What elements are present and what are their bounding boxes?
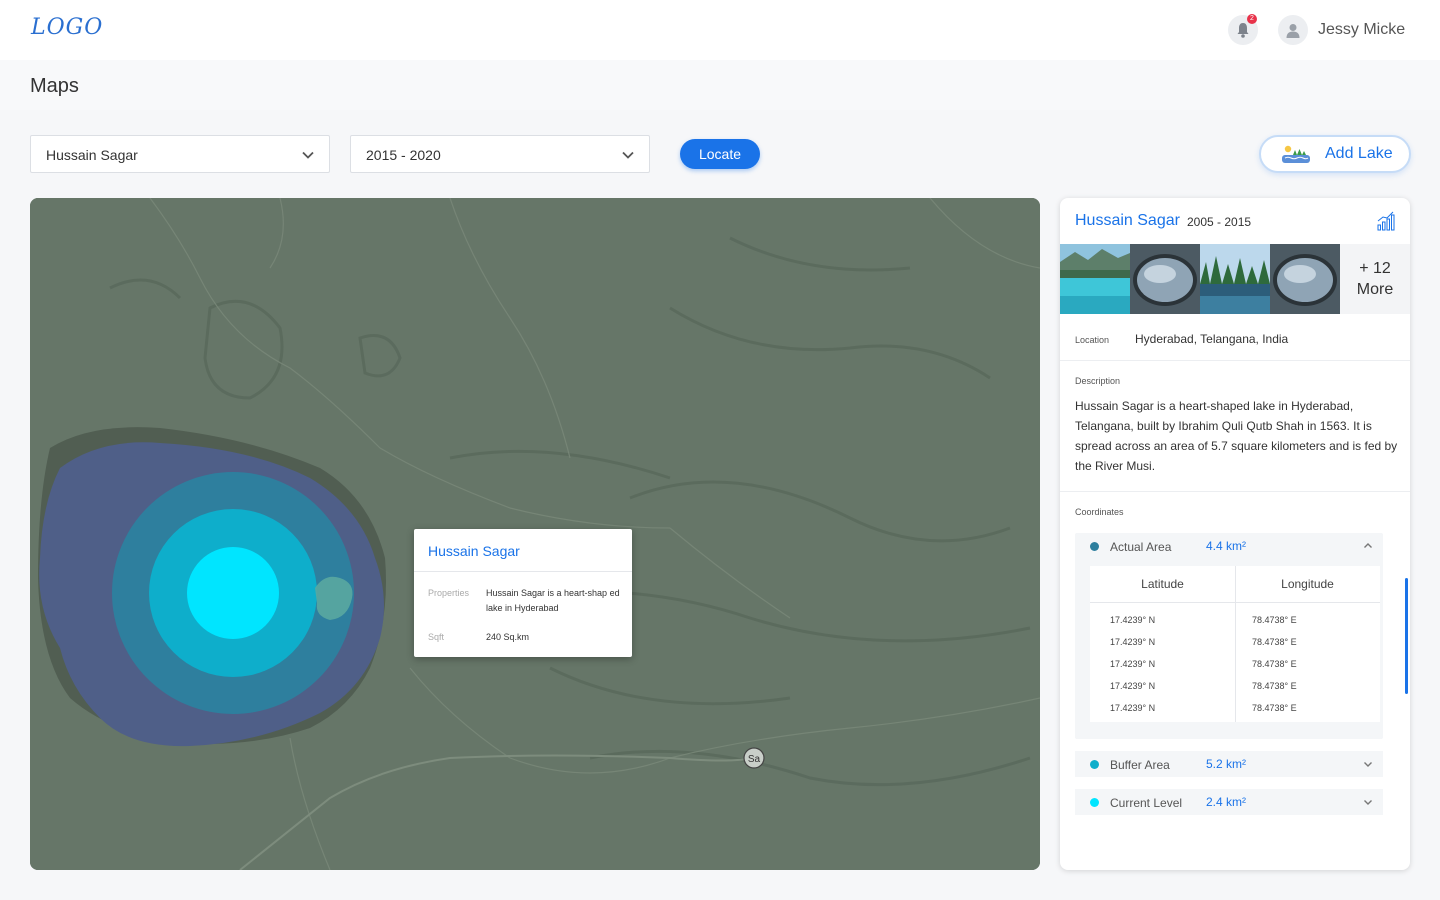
location-value: Hyderabad, Telangana, India	[1135, 332, 1289, 346]
page-title: Maps	[30, 75, 79, 97]
lake-details-panel: Hussain Sagar 2005 - 2015 + 12 More Loca…	[1060, 198, 1410, 870]
notification-button[interactable]: 2	[1228, 14, 1258, 45]
year-select[interactable]: 2015 - 2020	[350, 135, 650, 173]
longitude-cell: 78.4738° E	[1252, 659, 1297, 669]
lake-photo[interactable]	[1130, 244, 1200, 314]
user-name[interactable]: Jessy Micke	[1318, 21, 1405, 39]
popup-properties-label: Properties	[428, 588, 470, 598]
actual-area-value: 4.4 km²	[1206, 539, 1247, 553]
panel-scrollbar[interactable]	[1405, 578, 1408, 694]
top-header: LOGO 2 Jessy Micke	[0, 0, 1440, 60]
current-level-circle	[187, 547, 279, 639]
table-divider	[1090, 602, 1380, 603]
popup-title: Hussain Sagar	[428, 543, 520, 559]
longitude-cell: 78.4738° E	[1252, 637, 1297, 647]
popup-sqft-value: 240 Sq.km	[486, 632, 530, 642]
latitude-cell: 17.4239° N	[1110, 681, 1156, 691]
longitude-cell: 78.4738° E	[1252, 703, 1297, 713]
popup-sqft-label: Sqft	[428, 632, 445, 642]
latitude-cell: 17.4239° N	[1110, 637, 1156, 647]
description-label: Description	[1075, 376, 1121, 386]
lake-photo[interactable]	[1200, 244, 1270, 314]
latitude-cell: 17.4239° N	[1110, 703, 1156, 713]
lake-select[interactable]: Hussain Sagar	[30, 135, 330, 173]
coordinates-table: Latitude Longitude 17.4239° N 78.4738° E…	[1090, 566, 1380, 722]
longitude-cell: 78.4738° E	[1252, 681, 1297, 691]
more-photos-count: + 12	[1359, 260, 1391, 277]
description-text: Hussain Sagar is a heart-shaped lake in …	[1075, 399, 1398, 473]
current-level-value: 2.4 km²	[1206, 795, 1247, 809]
user-avatar[interactable]	[1278, 15, 1308, 45]
chevron-up-icon[interactable]	[1363, 541, 1373, 551]
add-lake-button[interactable]: Add Lake	[1259, 135, 1411, 173]
panel-years: 2005 - 2015	[1187, 215, 1252, 229]
chevron-down-icon[interactable]	[1363, 759, 1373, 769]
latitude-header: Latitude	[1141, 577, 1184, 591]
buffer-area-value: 5.2 km²	[1206, 757, 1247, 771]
photo-strip: + 12 More	[1060, 244, 1410, 314]
current-level-name: Current Level	[1110, 796, 1183, 810]
chevron-down-icon[interactable]	[1363, 797, 1373, 807]
year-select-value: 2015 - 2020	[366, 147, 441, 163]
current-level-accordion[interactable]: Current Level 2.4 km²	[1075, 789, 1383, 815]
coordinates-label: Coordinates	[1075, 507, 1124, 517]
latitude-cell: 17.4239° N	[1110, 659, 1156, 669]
actual-area-accordion: Actual Area 4.4 km² Latitude Longitude 1…	[1075, 533, 1383, 739]
more-photos-button[interactable]: + 12 More	[1340, 244, 1410, 314]
lake-icon	[1282, 145, 1310, 163]
map-view[interactable]: Sa Hussain Sagar Properties Hussain Saga…	[30, 198, 1040, 870]
popup-divider	[414, 571, 632, 572]
longitude-cell: 78.4738° E	[1252, 615, 1297, 625]
page-title-bar	[0, 60, 1440, 110]
location-label: Location	[1075, 335, 1110, 345]
add-lake-label: Add Lake	[1325, 145, 1393, 162]
app-logo[interactable]: LOGO	[31, 15, 103, 40]
locate-button[interactable]: Locate	[680, 139, 760, 169]
lake-photo[interactable]	[1270, 244, 1340, 314]
latitude-cell: 17.4239° N	[1110, 615, 1156, 625]
more-photos-label: More	[1356, 281, 1394, 298]
buffer-area-accordion[interactable]: Buffer Area 5.2 km²	[1075, 751, 1383, 777]
divider	[1060, 360, 1410, 361]
popup-properties-value: Hussain Sagar is a heart-shap ed lake in…	[486, 588, 620, 613]
notification-badge: 2	[1247, 14, 1257, 24]
buffer-area-dot	[1090, 760, 1099, 769]
road-marker: Sa	[748, 754, 761, 765]
user-icon	[1286, 23, 1300, 38]
lake-photo[interactable]	[1060, 244, 1130, 314]
bell-icon	[1237, 23, 1249, 38]
panel-title: Hussain Sagar	[1075, 212, 1180, 229]
chevron-down-icon	[302, 151, 314, 159]
actual-area-name[interactable]: Actual Area	[1110, 540, 1171, 554]
map-popup: Hussain Sagar Properties Hussain Sagar i…	[414, 529, 632, 657]
longitude-header: Longitude	[1281, 577, 1334, 591]
actual-area-dot	[1090, 542, 1099, 551]
current-level-dot	[1090, 798, 1099, 807]
lake-select-value: Hussain Sagar	[46, 147, 138, 163]
chevron-down-icon	[622, 151, 634, 159]
divider	[1060, 491, 1410, 492]
chart-icon[interactable]	[1377, 211, 1395, 231]
buffer-area-name: Buffer Area	[1110, 758, 1170, 772]
